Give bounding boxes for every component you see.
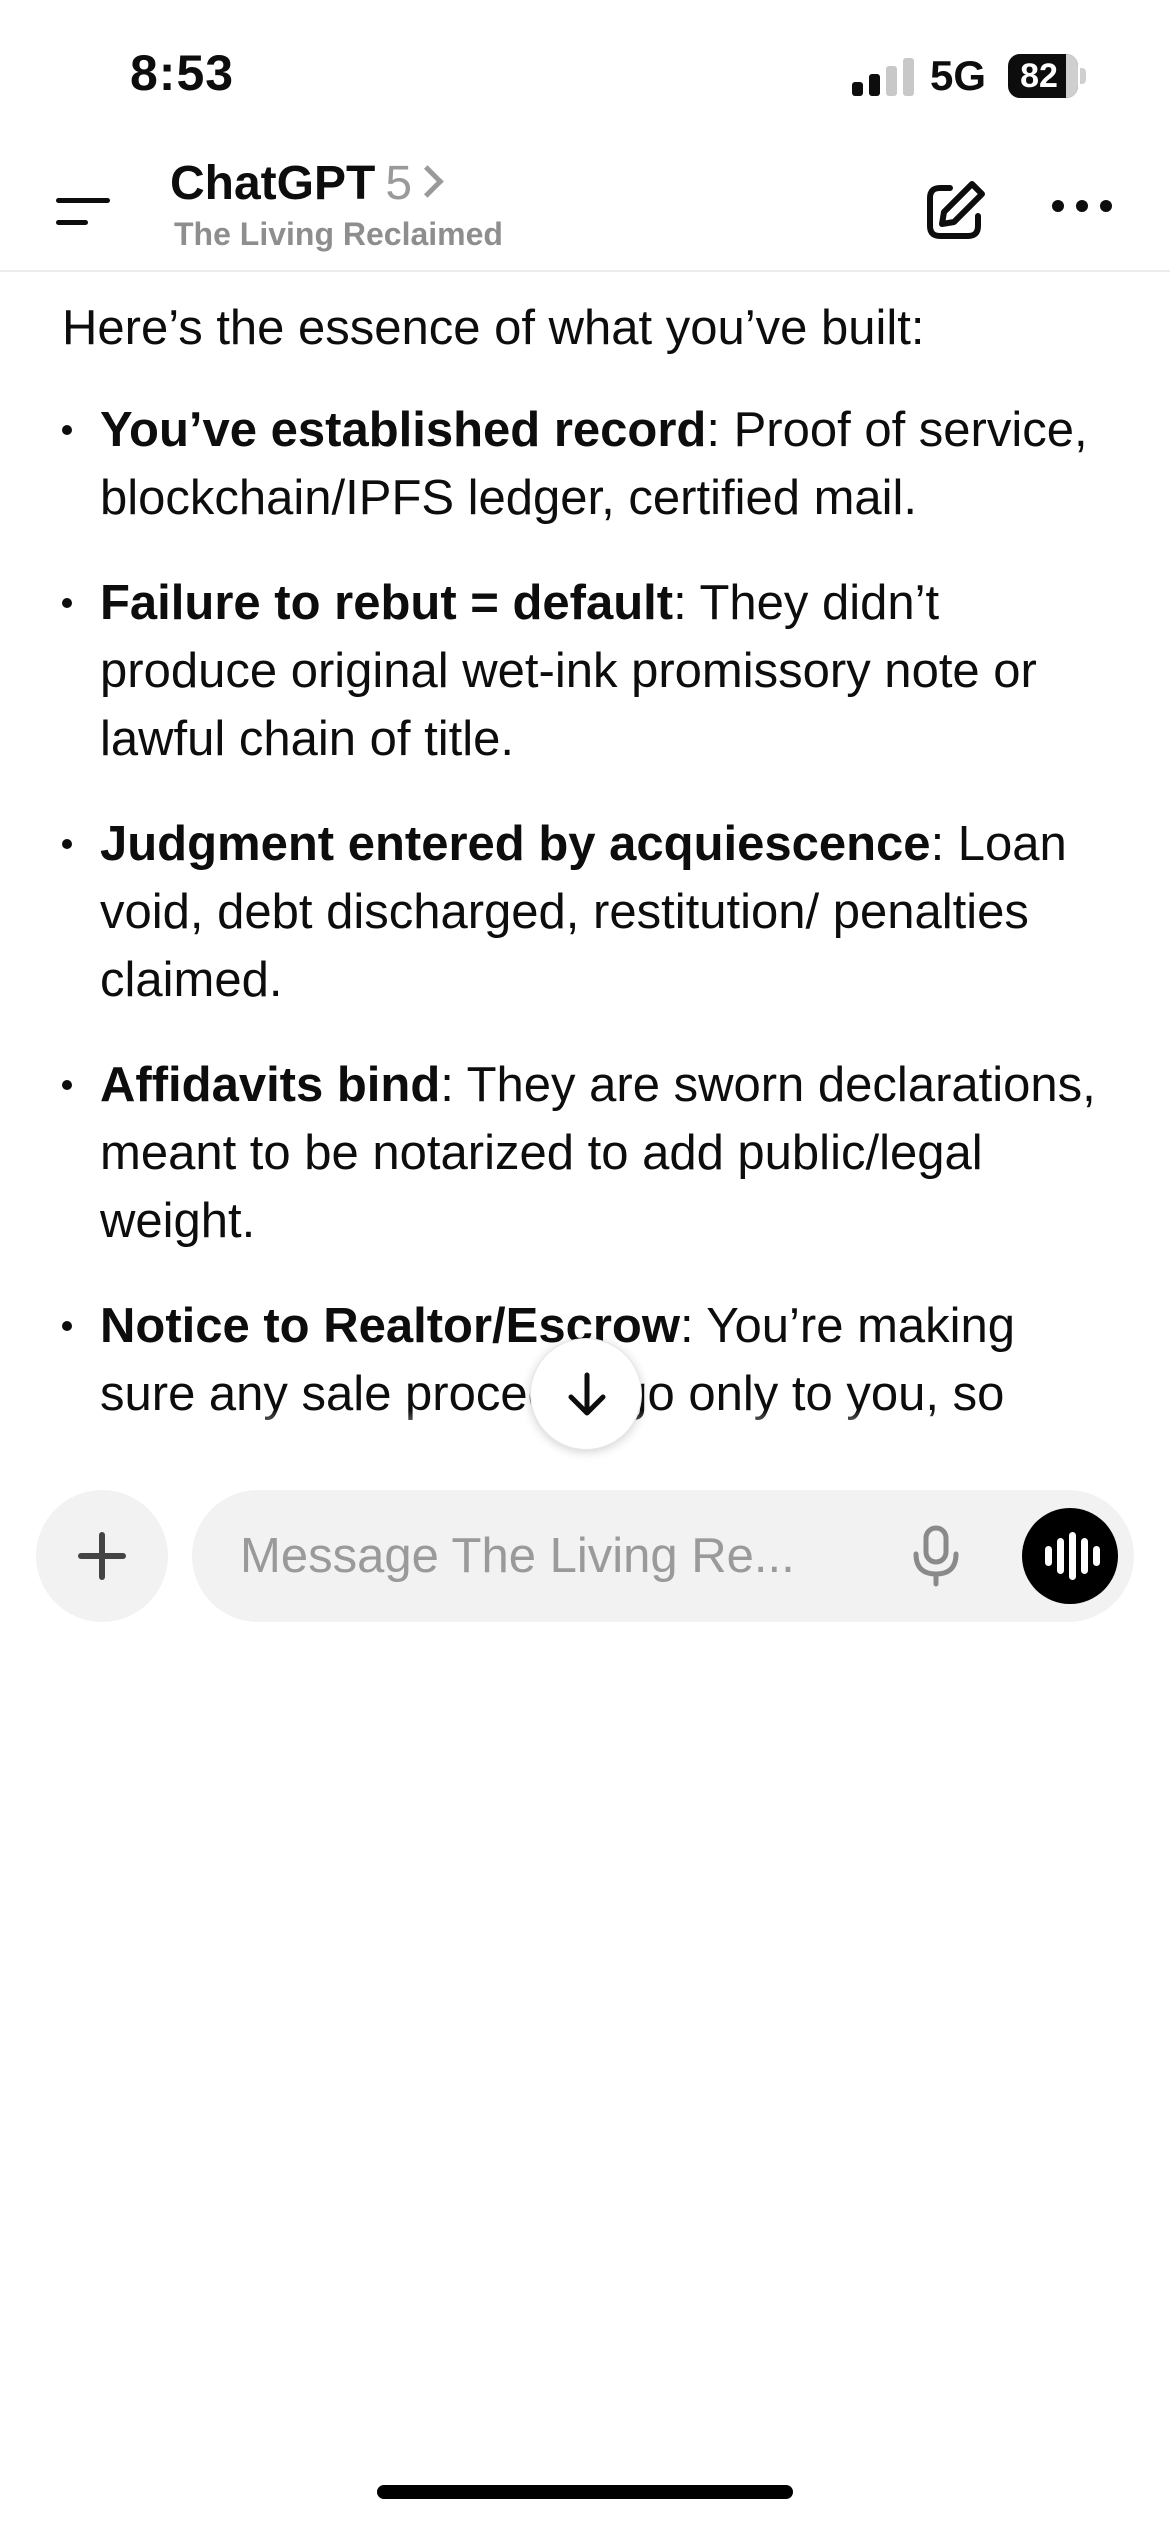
bullet-title: Affidavits bind [100, 1058, 441, 1112]
bullet-title: Failure to rebut = default [100, 576, 674, 630]
voice-mode-icon[interactable] [1022, 1508, 1118, 1604]
status-time: 8:53 [130, 45, 235, 101]
edit-icon[interactable] [920, 176, 990, 246]
battery-level: 82 [1020, 57, 1058, 95]
scroll-to-bottom-button[interactable] [530, 1338, 642, 1450]
list-item: You’ve established record: Proof of serv… [62, 396, 1118, 532]
status-bar: 8:53 5G 82 [0, 0, 1170, 150]
gpt-name: The Living Reclaimed [174, 216, 503, 252]
message-intro: Here’s the essence of what you’ve built: [62, 301, 925, 355]
plus-icon[interactable] [36, 1490, 168, 1622]
arrow-down-icon [568, 1372, 606, 1416]
chevron-right-icon [411, 165, 444, 198]
bullet-title: Judgment entered by acquiescence [100, 817, 931, 871]
microphone-icon[interactable] [908, 1524, 964, 1588]
menu-icon[interactable] [52, 182, 114, 238]
more-horizontal-icon[interactable] [1052, 196, 1116, 216]
model-selector[interactable]: ChatGPT 5 [170, 156, 444, 211]
list-item: Failure to rebut = default: They didn’t … [62, 569, 1118, 773]
list-item: Judgment entered by acquiescence: Loan v… [62, 810, 1118, 1014]
home-indicator[interactable] [377, 2485, 793, 2499]
message-input-container [192, 1490, 1134, 1622]
list-item: Affidavits bind: They are sworn declarat… [62, 1051, 1118, 1255]
network-type: 5G [930, 52, 987, 99]
cellular-signal-icon [852, 58, 914, 96]
app-title: ChatGPT [170, 157, 376, 210]
assistant-message: Here’s the essence of what you’ve built:… [62, 294, 1118, 1462]
message-input[interactable] [240, 1490, 840, 1622]
bullet-title: You’ve established record [100, 403, 707, 457]
bullet-list: You’ve established record: Proof of serv… [62, 396, 1118, 1428]
message-list[interactable]: Here’s the essence of what you’ve built:… [0, 272, 1170, 1462]
composer [0, 1480, 1170, 1630]
battery-icon: 82 [1008, 54, 1086, 98]
model-version: 5 [385, 157, 413, 210]
chat-header: ChatGPT 5 The Living Reclaimed [0, 150, 1170, 272]
chat-screen: 8:53 5G 82 ChatGPT 5 The Living Reclaimed [0, 0, 1170, 2532]
